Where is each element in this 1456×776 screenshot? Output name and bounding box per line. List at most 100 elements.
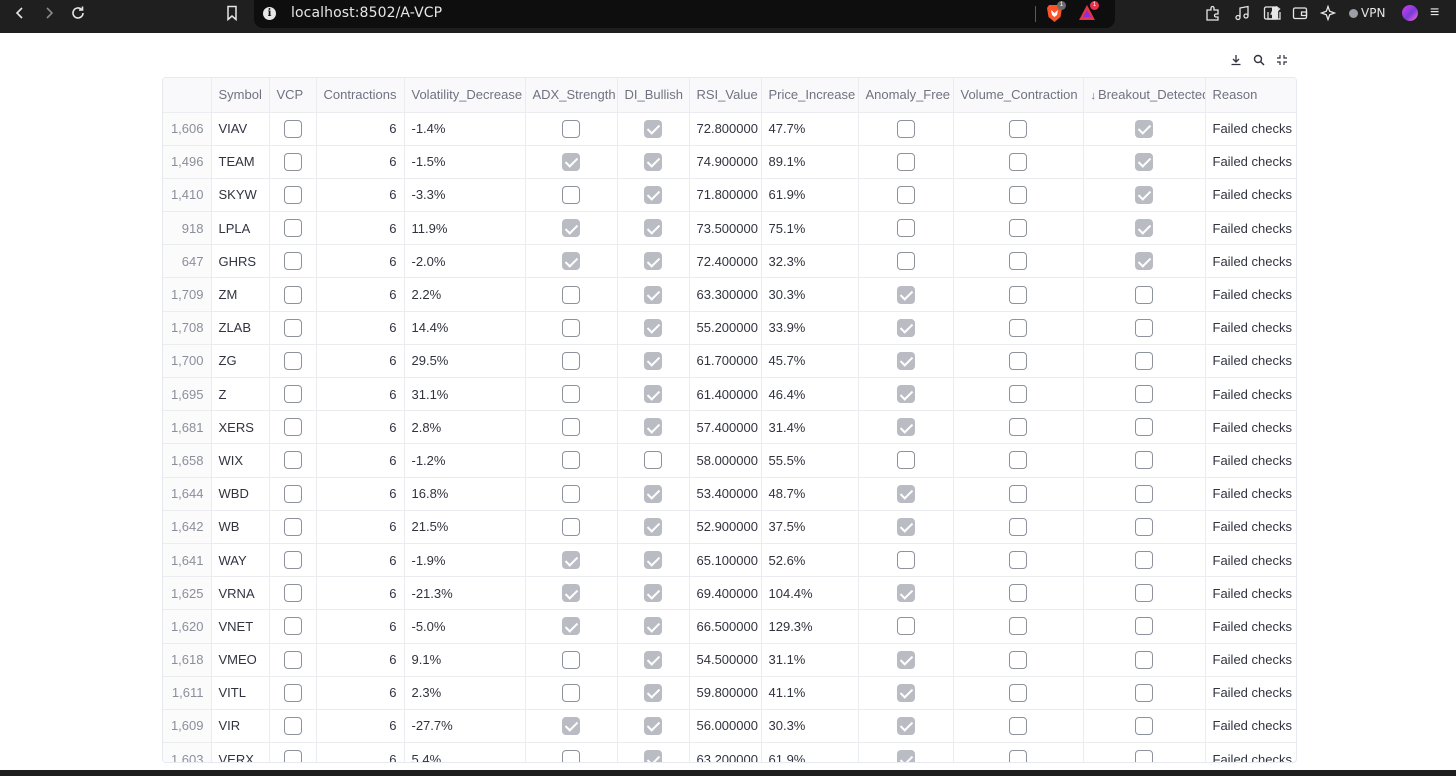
reason-cell[interactable]: Failed checks [1205, 676, 1296, 710]
adx-strength-checkbox[interactable] [562, 152, 580, 171]
di-bullish-cell[interactable] [617, 145, 690, 179]
breakout-detected-checkbox[interactable] [1135, 617, 1153, 636]
table-row[interactable]: 1,695 Z 6 31.1% 61.400000 46.4% Failed checks [163, 377, 1296, 412]
volume-contraction-checkbox[interactable] [1009, 451, 1027, 470]
anomaly-free-cell[interactable] [858, 112, 954, 146]
volume-contraction-checkbox[interactable] [1009, 716, 1027, 735]
rsi-value-cell[interactable]: 72.800000 [689, 112, 762, 146]
anomaly-free-checkbox[interactable] [896, 484, 915, 503]
volume-contraction-checkbox[interactable] [1009, 750, 1027, 762]
volatility-decrease-cell[interactable]: 16.8% [404, 477, 526, 511]
vcp-cell[interactable] [269, 311, 317, 345]
reason-cell[interactable]: Failed checks [1205, 510, 1296, 544]
reason-cell[interactable]: Failed checks [1205, 410, 1296, 445]
vcp-cell[interactable] [269, 709, 317, 744]
di-bullish-cell[interactable] [617, 178, 690, 213]
reason-cell[interactable]: Failed checks [1205, 112, 1296, 146]
breakout-detected-checkbox[interactable] [1135, 584, 1153, 603]
symbol-cell[interactable]: SKYW [211, 178, 270, 213]
column-header-vcp[interactable]: VCP [269, 78, 317, 113]
contractions-cell[interactable]: 6 [316, 543, 405, 578]
reason-cell[interactable]: Failed checks [1205, 377, 1296, 412]
symbol-cell[interactable]: VIAV [211, 112, 270, 146]
column-header-index[interactable] [163, 78, 212, 113]
volume-contraction-checkbox[interactable] [1009, 418, 1027, 437]
breakout-detected-checkbox[interactable] [1135, 484, 1153, 503]
rsi-value-cell[interactable]: 69.400000 [689, 576, 762, 611]
vcp-cell[interactable] [269, 609, 317, 644]
fullscreen-button[interactable] [1272, 50, 1292, 70]
column-header-anomaly-free[interactable]: Anomaly_Free [858, 78, 954, 113]
adx-strength-checkbox[interactable] [562, 185, 580, 204]
price-increase-cell[interactable]: 41.1% [761, 676, 859, 710]
breakout-detected-checkbox[interactable] [1135, 252, 1153, 271]
price-increase-cell[interactable]: 45.7% [761, 344, 859, 379]
di-bullish-checkbox[interactable] [644, 617, 662, 636]
symbol-cell[interactable]: VIR [211, 709, 270, 744]
anomaly-free-cell[interactable] [858, 410, 954, 445]
vcp-checkbox[interactable] [283, 351, 302, 370]
anomaly-free-checkbox[interactable] [896, 418, 915, 437]
anomaly-free-cell[interactable] [858, 543, 954, 578]
rsi-value-cell[interactable]: 72.400000 [689, 244, 762, 279]
wallet-icon[interactable] [1292, 5, 1308, 26]
price-increase-cell[interactable]: 104.4% [761, 576, 859, 611]
row-index[interactable]: 1,709 [163, 277, 212, 312]
di-bullish-checkbox[interactable] [644, 750, 662, 762]
table-row[interactable]: 1,642 WB 6 21.5% 52.900000 37.5% Failed checks [163, 510, 1296, 544]
reason-cell[interactable]: Failed checks [1205, 244, 1296, 279]
contractions-cell[interactable]: 6 [316, 344, 405, 379]
adx-strength-cell[interactable] [525, 211, 618, 246]
adx-strength-checkbox[interactable] [562, 683, 580, 702]
column-header-reason[interactable]: Reason [1205, 78, 1296, 113]
volume-contraction-cell[interactable] [953, 709, 1084, 744]
table-row[interactable]: 1,681 XERS 6 2.8% 57.400000 31.4% Failed check… [163, 410, 1296, 445]
breakout-detected-cell[interactable] [1083, 344, 1206, 379]
url-text[interactable]: localhost:8502/A-VCP [291, 5, 442, 21]
contractions-cell[interactable]: 6 [316, 609, 405, 644]
volume-contraction-cell[interactable] [953, 377, 1084, 412]
forward-button[interactable] [36, 0, 62, 26]
breakout-detected-cell[interactable] [1083, 277, 1206, 312]
di-bullish-checkbox[interactable] [644, 484, 662, 503]
di-bullish-cell[interactable] [617, 576, 690, 611]
anomaly-free-checkbox[interactable] [896, 517, 915, 536]
volatility-decrease-cell[interactable]: 2.3% [404, 676, 526, 710]
volatility-decrease-cell[interactable]: -3.3% [404, 178, 526, 213]
breakout-detected-checkbox[interactable] [1135, 451, 1153, 470]
rsi-value-cell[interactable]: 59.800000 [689, 676, 762, 710]
di-bullish-checkbox[interactable] [644, 517, 662, 536]
adx-strength-cell[interactable] [525, 576, 618, 611]
rsi-value-cell[interactable]: 55.200000 [689, 311, 762, 345]
anomaly-free-cell[interactable] [858, 277, 954, 312]
di-bullish-cell[interactable] [617, 742, 690, 762]
table-row[interactable]: 1,620 VNET 6 -5.0% 66.500000 129.3% Failed che… [163, 609, 1296, 644]
contractions-cell[interactable]: 6 [316, 145, 405, 179]
adx-strength-cell[interactable] [525, 443, 618, 478]
vcp-checkbox[interactable] [283, 617, 302, 636]
price-increase-cell[interactable]: 47.7% [761, 112, 859, 146]
volatility-decrease-cell[interactable]: -1.5% [404, 145, 526, 179]
breakout-detected-cell[interactable] [1083, 112, 1206, 146]
di-bullish-checkbox[interactable] [644, 219, 662, 238]
vcp-checkbox[interactable] [283, 750, 302, 762]
row-index[interactable]: 1,606 [163, 112, 212, 146]
vcp-cell[interactable] [269, 510, 317, 544]
vcp-cell[interactable] [269, 344, 317, 379]
contractions-cell[interactable]: 6 [316, 211, 405, 246]
anomaly-free-cell[interactable] [858, 311, 954, 345]
vcp-cell[interactable] [269, 178, 317, 213]
rsi-value-cell[interactable]: 65.100000 [689, 543, 762, 578]
breakout-detected-cell[interactable] [1083, 709, 1206, 744]
vcp-cell[interactable] [269, 676, 317, 710]
breakout-detected-checkbox[interactable] [1135, 285, 1153, 304]
adx-strength-cell[interactable] [525, 344, 618, 379]
price-increase-cell[interactable]: 37.5% [761, 510, 859, 544]
volatility-decrease-cell[interactable]: 2.2% [404, 277, 526, 312]
breakout-detected-checkbox[interactable] [1135, 119, 1153, 138]
di-bullish-checkbox[interactable] [644, 119, 662, 138]
rsi-value-cell[interactable]: 74.900000 [689, 145, 762, 179]
symbol-cell[interactable]: LPLA [211, 211, 270, 246]
vcp-checkbox[interactable] [283, 318, 302, 337]
di-bullish-checkbox[interactable] [644, 716, 662, 735]
